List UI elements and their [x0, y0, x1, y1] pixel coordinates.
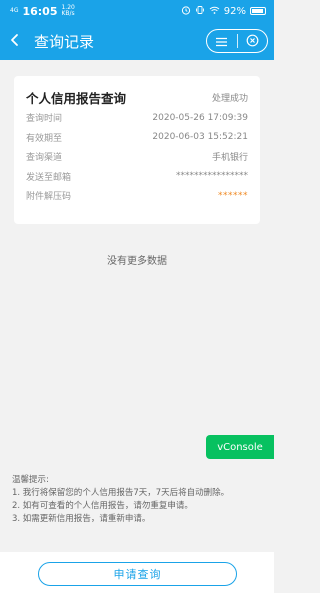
tips-title: 温馨提示: — [12, 475, 49, 485]
record-row-unzip-code: 附件解压码 ****** — [26, 186, 248, 206]
record-row-valid-until: 有效期至 2020-06-03 15:52:21 — [26, 128, 248, 148]
battery-icon — [250, 7, 266, 15]
record-card[interactable]: 个人信用报告查询 处理成功 查询时间 2020-05-26 17:09:39 有… — [14, 76, 260, 224]
status-left: 4G 16:05 1.20 KB/s — [10, 5, 75, 18]
tips-section: 温馨提示: 1. 我行将保留您的个人信用报告7天，7天后将自动删除。 2. 如有… — [12, 474, 262, 526]
tips-item: 1. 我行将保留您的个人信用报告7天，7天后将自动删除。 — [12, 488, 230, 498]
no-more-data-text: 没有更多数据 — [107, 256, 167, 267]
status-time: 16:05 — [22, 4, 58, 18]
row-value-masked: ****** — [218, 190, 248, 201]
status-right: 92% — [181, 5, 266, 18]
row-value: 2020-05-26 17:09:39 — [152, 112, 248, 123]
close-circle-icon — [246, 32, 259, 51]
network-speed: 1.20 KB/s — [61, 5, 74, 17]
record-row-query-time: 查询时间 2020-05-26 17:09:39 — [26, 108, 248, 128]
menu-icon — [215, 32, 228, 51]
page-title: 查询记录 — [34, 32, 95, 51]
row-label: 附件解压码 — [26, 192, 72, 203]
battery-percent: 92% — [223, 5, 246, 17]
tips-item: 3. 如需更新信用报告，请重新申请。 — [12, 514, 151, 524]
status-bar: 4G 16:05 1.20 KB/s 92% — [0, 0, 274, 22]
back-arrow-icon — [9, 32, 21, 51]
row-value: 手机银行 — [211, 153, 248, 164]
row-label: 有效期至 — [26, 133, 63, 144]
wifi-icon — [209, 5, 220, 18]
record-card-header: 个人信用报告查询 处理成功 — [26, 86, 248, 108]
vibrate-icon — [195, 5, 205, 18]
close-button[interactable] — [238, 30, 268, 52]
menu-button[interactable] — [207, 30, 237, 52]
back-button[interactable] — [0, 22, 30, 60]
row-label: 查询渠道 — [26, 153, 63, 164]
capsule-menu — [206, 29, 268, 53]
row-value: **************** — [176, 171, 248, 182]
signal-label: 4G — [10, 7, 19, 14]
row-value: 2020-06-03 15:52:21 — [152, 132, 248, 143]
row-label: 查询时间 — [26, 114, 63, 125]
apply-query-button[interactable]: 申请查询 — [38, 562, 237, 586]
alarm-icon — [181, 5, 191, 18]
record-row-channel: 查询渠道 手机银行 — [26, 147, 248, 167]
row-label: 发送至邮箱 — [26, 172, 72, 183]
header-bar: 查询记录 — [0, 22, 274, 60]
record-row-email: 发送至邮箱 **************** — [26, 167, 248, 187]
record-status: 处理成功 — [211, 93, 248, 104]
record-title: 个人信用报告查询 — [26, 90, 127, 106]
vconsole-button[interactable]: vConsole — [206, 435, 274, 459]
tips-item: 2. 如有可查看的个人信用报告，请勿重复申请。 — [12, 501, 193, 511]
network-speed-unit: KB/s — [61, 10, 75, 17]
